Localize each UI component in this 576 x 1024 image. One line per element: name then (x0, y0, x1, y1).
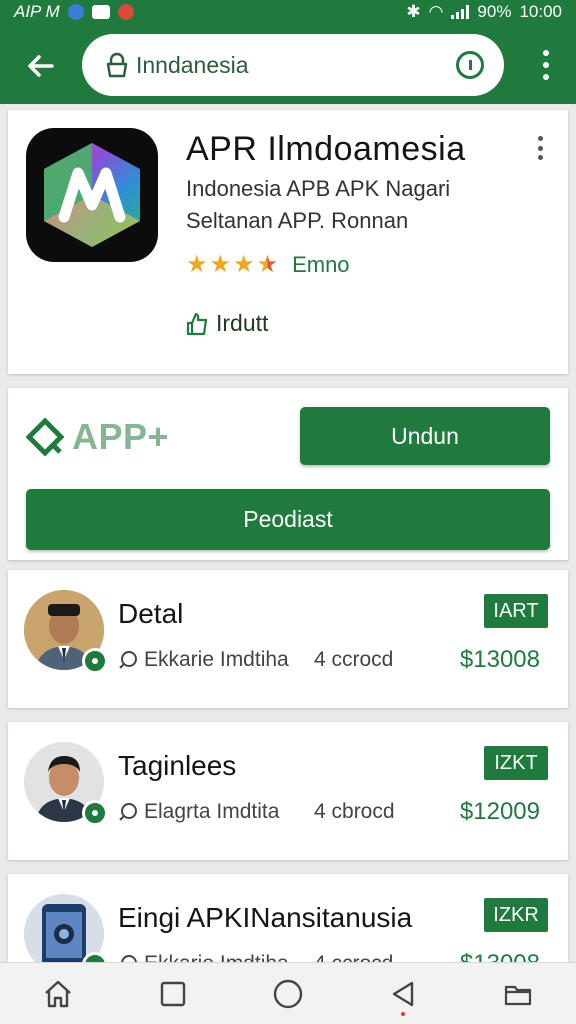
wifi-icon: ◠ (428, 2, 444, 21)
item-tag[interactable]: IZKR (484, 898, 548, 932)
dot-icon (543, 62, 549, 68)
app-plus-label: APP+ (72, 416, 170, 457)
back-button[interactable] (22, 48, 58, 84)
alert-icon (117, 4, 134, 20)
item-meta-text: Elagrta Imdtita (144, 800, 280, 823)
avatar (24, 590, 108, 674)
install-link[interactable]: Irdutt (186, 310, 268, 337)
home-circle-button[interactable] (268, 974, 308, 1014)
clock: 10:00 (519, 2, 562, 21)
app-logo-icon (26, 128, 158, 262)
dot-icon (537, 155, 543, 160)
item-meta: Ekkarie Imdtiha (118, 648, 289, 672)
item-title: Detal (118, 598, 184, 629)
battery-level: 90% (477, 2, 512, 21)
rating-label: Emno (292, 252, 350, 277)
app-developer: Seltanan APP. Ronnan (186, 208, 409, 233)
thumbs-up-icon (186, 312, 208, 335)
search-icon (119, 651, 137, 669)
list-item[interactable]: Detal Ekkarie Imdtiha 4 ccrocd $13008 IA… (8, 570, 568, 708)
status-bar: AIP M ✱ ◠ 90% 10:00 (0, 0, 576, 24)
install-label: Irdutt (216, 310, 269, 336)
star-icon: ★ (233, 251, 255, 278)
rating: ★ ★ ★ ★ Emno (186, 252, 350, 278)
indicator-dot (401, 1011, 406, 1016)
actions-card: APP+ Undun Peodiast (8, 388, 568, 560)
home-button[interactable] (38, 974, 78, 1014)
diamond-logo-icon (26, 418, 64, 456)
search-box[interactable] (82, 34, 504, 96)
card-menu-button[interactable] (536, 136, 544, 160)
avatar (24, 742, 108, 826)
lock-icon (106, 52, 128, 78)
dot-icon (543, 74, 549, 80)
arrow-left-icon (28, 55, 54, 77)
item-meta: Elagrta Imdtita (118, 800, 279, 824)
item-title: Eingi APKINansitanusia (118, 902, 413, 933)
dot-icon (543, 50, 549, 56)
item-meta-text: Ekkarie Imdtiha (144, 648, 289, 671)
verified-icon (82, 648, 108, 674)
bluetooth-icon: ✱ (406, 2, 421, 21)
item-tag[interactable]: IZKT (484, 746, 548, 780)
item-count: 4 ccrocd (314, 648, 394, 671)
dot-icon (537, 145, 543, 151)
dot-icon (537, 136, 543, 141)
hexagon-logo-icon (44, 143, 140, 247)
verified-icon (82, 800, 108, 826)
item-price: $13008 (459, 646, 540, 673)
signal-icon (451, 5, 470, 19)
status-right: ✱ ◠ 90% 10:00 (406, 2, 562, 22)
folder-icon (505, 985, 532, 1005)
files-button[interactable] (498, 974, 538, 1014)
back-nav-button[interactable] (383, 974, 423, 1016)
undun-button[interactable]: Undun (300, 407, 550, 465)
triangle-back-icon (392, 981, 414, 1006)
notification-icon (67, 4, 84, 20)
more-options-button[interactable] (540, 50, 552, 80)
list-item[interactable]: Taginlees Elagrta Imdtita 4 cbrocd $1200… (8, 722, 568, 860)
search-input[interactable] (136, 51, 436, 79)
item-tag[interactable]: IART (484, 594, 548, 628)
app-plus-brand: APP+ (26, 416, 169, 458)
app-title: APR Ilmdoamesia (186, 130, 466, 168)
system-nav-bar (0, 962, 576, 1024)
info-icon[interactable] (456, 51, 484, 79)
status-app-label: AIP M (14, 2, 60, 21)
star-icon: ★ (209, 251, 232, 278)
message-icon (91, 5, 110, 19)
home-icon (44, 980, 71, 1007)
square-icon (160, 981, 185, 1006)
status-left: AIP M (14, 2, 134, 22)
item-title: Taginlees (118, 750, 237, 781)
search-icon (119, 803, 137, 821)
half-star-icon: ★ (256, 251, 279, 278)
app-bar (0, 24, 576, 104)
circle-icon (273, 979, 303, 1008)
app-info-card: APR Ilmdoamesia Indonesia APB APK Nagari… (8, 110, 568, 374)
item-price: $12009 (459, 798, 540, 825)
item-count: 4 cbrocd (314, 800, 395, 823)
app-subtitle: Indonesia APB APK Nagari (186, 176, 451, 201)
peodiast-button[interactable]: Peodiast (26, 489, 550, 550)
recents-button[interactable] (153, 974, 193, 1014)
star-icon: ★ (186, 251, 208, 278)
